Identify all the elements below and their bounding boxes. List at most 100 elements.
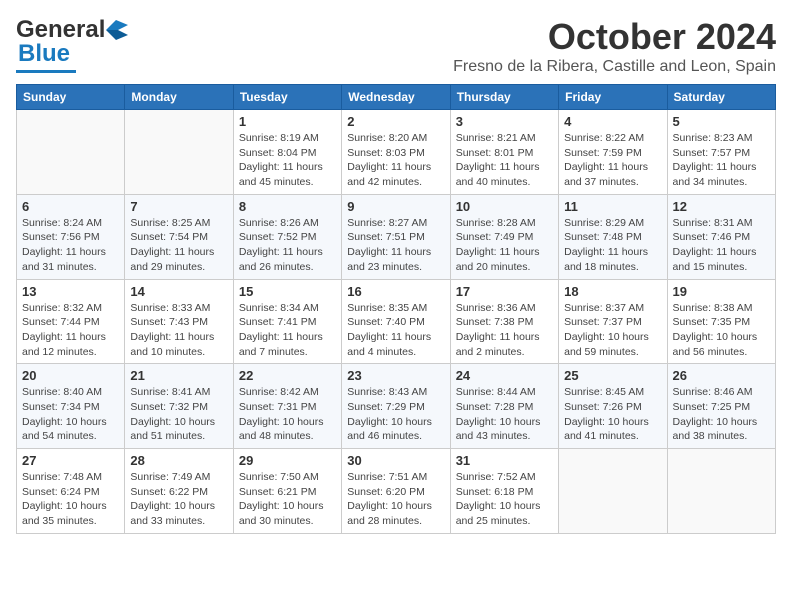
page-header: General Blue October 2024 Fresno de la R…	[16, 16, 776, 76]
calendar-week-row: 1Sunrise: 8:19 AM Sunset: 8:04 PM Daylig…	[17, 110, 776, 195]
day-number: 1	[239, 114, 336, 129]
calendar-day-cell: 3 Sunrise: 8:21 AM Sunset: 8:01 PM Daylig…	[450, 110, 558, 195]
calendar-day-cell: 13 Sunrise: 8:32 AM Sunset: 7:44 PM Dayli…	[17, 279, 125, 364]
day-info: Sunrise: 8:38 AM Sunset: 7:35 PM Dayligh…	[673, 301, 770, 360]
calendar-day-cell	[17, 110, 125, 195]
day-info: Sunrise: 8:24 AM Sunset: 7:56 PM Dayligh…	[22, 216, 119, 275]
calendar-day-cell: 24Sunrise: 8:44 AM Sunset: 7:28 PM Dayli…	[450, 364, 558, 449]
day-info: Sunrise: 8:46 AM Sunset: 7:25 PM Dayligh…	[673, 385, 770, 444]
calendar-day-cell: 16 Sunrise: 8:35 AM Sunset: 7:40 PM Dayli…	[342, 279, 450, 364]
day-info: Sunrise: 7:50 AM Sunset: 6:21 PM Dayligh…	[239, 470, 336, 529]
calendar-table: SundayMondayTuesdayWednesdayThursdayFrid…	[16, 84, 776, 534]
calendar-day-cell: 11 Sunrise: 8:29 AM Sunset: 7:48 PM Dayli…	[559, 194, 667, 279]
day-info: Sunrise: 8:42 AM Sunset: 7:31 PM Dayligh…	[239, 385, 336, 444]
day-number: 20	[22, 368, 119, 383]
calendar-day-cell: 20 Sunrise: 8:40 AM Sunset: 7:34 PM Dayli…	[17, 364, 125, 449]
calendar-day-cell: 27 Sunrise: 7:48 AM Sunset: 6:24 PM Dayli…	[17, 449, 125, 534]
day-number: 12	[673, 199, 770, 214]
location-subtitle: Fresno de la Ribera, Castille and Leon, …	[453, 58, 776, 76]
day-number: 16	[347, 284, 444, 299]
day-number: 21	[130, 368, 227, 383]
day-info: Sunrise: 8:35 AM Sunset: 7:40 PM Dayligh…	[347, 301, 444, 360]
day-number: 23	[347, 368, 444, 383]
weekday-header-cell: Sunday	[17, 85, 125, 110]
calendar-day-cell: 10 Sunrise: 8:28 AM Sunset: 7:49 PM Dayli…	[450, 194, 558, 279]
day-info: Sunrise: 8:21 AM Sunset: 8:01 PM Dayligh…	[456, 131, 553, 190]
day-info: Sunrise: 8:45 AM Sunset: 7:26 PM Dayligh…	[564, 385, 661, 444]
day-number: 6	[22, 199, 119, 214]
day-number: 26	[673, 368, 770, 383]
calendar-day-cell: 25 Sunrise: 8:45 AM Sunset: 7:26 PM Dayli…	[559, 364, 667, 449]
logo-bird-icon	[106, 20, 128, 40]
day-info: Sunrise: 8:28 AM Sunset: 7:49 PM Dayligh…	[456, 216, 553, 275]
calendar-week-row: 20 Sunrise: 8:40 AM Sunset: 7:34 PM Dayli…	[17, 364, 776, 449]
calendar-day-cell: 8Sunrise: 8:26 AM Sunset: 7:52 PM Daylig…	[233, 194, 341, 279]
day-info: Sunrise: 8:25 AM Sunset: 7:54 PM Dayligh…	[130, 216, 227, 275]
day-number: 2	[347, 114, 444, 129]
calendar-day-cell: 5 Sunrise: 8:23 AM Sunset: 7:57 PM Daylig…	[667, 110, 775, 195]
day-number: 11	[564, 199, 661, 214]
logo-underline	[16, 70, 76, 73]
day-number: 27	[22, 453, 119, 468]
day-number: 4	[564, 114, 661, 129]
weekday-header-cell: Thursday	[450, 85, 558, 110]
day-number: 8	[239, 199, 336, 214]
day-number: 10	[456, 199, 553, 214]
calendar-day-cell	[125, 110, 233, 195]
calendar-day-cell: 15 Sunrise: 8:34 AM Sunset: 7:41 PM Dayli…	[233, 279, 341, 364]
weekday-header-cell: Wednesday	[342, 85, 450, 110]
day-number: 14	[130, 284, 227, 299]
day-info: Sunrise: 8:23 AM Sunset: 7:57 PM Dayligh…	[673, 131, 770, 190]
day-info: Sunrise: 7:51 AM Sunset: 6:20 PM Dayligh…	[347, 470, 444, 529]
day-info: Sunrise: 8:29 AM Sunset: 7:48 PM Dayligh…	[564, 216, 661, 275]
day-number: 25	[564, 368, 661, 383]
day-number: 13	[22, 284, 119, 299]
day-info: Sunrise: 8:20 AM Sunset: 8:03 PM Dayligh…	[347, 131, 444, 190]
day-info: Sunrise: 8:43 AM Sunset: 7:29 PM Dayligh…	[347, 385, 444, 444]
calendar-week-row: 6 Sunrise: 8:24 AM Sunset: 7:56 PM Daylig…	[17, 194, 776, 279]
day-info: Sunrise: 8:32 AM Sunset: 7:44 PM Dayligh…	[22, 301, 119, 360]
day-number: 17	[456, 284, 553, 299]
calendar-day-cell: 12 Sunrise: 8:31 AM Sunset: 7:46 PM Dayli…	[667, 194, 775, 279]
day-number: 15	[239, 284, 336, 299]
calendar-day-cell: 28Sunrise: 7:49 AM Sunset: 6:22 PM Dayli…	[125, 449, 233, 534]
day-info: Sunrise: 7:48 AM Sunset: 6:24 PM Dayligh…	[22, 470, 119, 529]
calendar-day-cell: 22 Sunrise: 8:42 AM Sunset: 7:31 PM Dayli…	[233, 364, 341, 449]
day-info: Sunrise: 7:49 AM Sunset: 6:22 PM Dayligh…	[130, 470, 227, 529]
day-info: Sunrise: 8:36 AM Sunset: 7:38 PM Dayligh…	[456, 301, 553, 360]
day-number: 22	[239, 368, 336, 383]
logo-blue: Blue	[18, 40, 70, 68]
calendar-day-cell: 1Sunrise: 8:19 AM Sunset: 8:04 PM Daylig…	[233, 110, 341, 195]
day-info: Sunrise: 8:22 AM Sunset: 7:59 PM Dayligh…	[564, 131, 661, 190]
calendar-day-cell: 17 Sunrise: 8:36 AM Sunset: 7:38 PM Dayli…	[450, 279, 558, 364]
day-number: 24	[456, 368, 553, 383]
day-info: Sunrise: 8:34 AM Sunset: 7:41 PM Dayligh…	[239, 301, 336, 360]
calendar-day-cell: 14Sunrise: 8:33 AM Sunset: 7:43 PM Dayli…	[125, 279, 233, 364]
calendar-body: 1Sunrise: 8:19 AM Sunset: 8:04 PM Daylig…	[17, 110, 776, 534]
day-number: 31	[456, 453, 553, 468]
day-number: 18	[564, 284, 661, 299]
day-number: 9	[347, 199, 444, 214]
calendar-day-cell	[559, 449, 667, 534]
day-number: 29	[239, 453, 336, 468]
calendar-day-cell: 6 Sunrise: 8:24 AM Sunset: 7:56 PM Daylig…	[17, 194, 125, 279]
day-info: Sunrise: 8:40 AM Sunset: 7:34 PM Dayligh…	[22, 385, 119, 444]
weekday-header-cell: Saturday	[667, 85, 775, 110]
weekday-header-cell: Friday	[559, 85, 667, 110]
day-number: 3	[456, 114, 553, 129]
calendar-day-cell: 21 Sunrise: 8:41 AM Sunset: 7:32 PM Dayli…	[125, 364, 233, 449]
calendar-day-cell: 31 Sunrise: 7:52 AM Sunset: 6:18 PM Dayli…	[450, 449, 558, 534]
day-info: Sunrise: 8:41 AM Sunset: 7:32 PM Dayligh…	[130, 385, 227, 444]
day-info: Sunrise: 7:52 AM Sunset: 6:18 PM Dayligh…	[456, 470, 553, 529]
calendar-day-cell: 9Sunrise: 8:27 AM Sunset: 7:51 PM Daylig…	[342, 194, 450, 279]
calendar-day-cell: 29 Sunrise: 7:50 AM Sunset: 6:21 PM Dayli…	[233, 449, 341, 534]
day-number: 5	[673, 114, 770, 129]
calendar-day-cell: 23 Sunrise: 8:43 AM Sunset: 7:29 PM Dayli…	[342, 364, 450, 449]
calendar-day-cell	[667, 449, 775, 534]
weekday-header-cell: Tuesday	[233, 85, 341, 110]
calendar-week-row: 13 Sunrise: 8:32 AM Sunset: 7:44 PM Dayli…	[17, 279, 776, 364]
calendar-day-cell: 4 Sunrise: 8:22 AM Sunset: 7:59 PM Daylig…	[559, 110, 667, 195]
calendar-week-row: 27 Sunrise: 7:48 AM Sunset: 6:24 PM Dayli…	[17, 449, 776, 534]
calendar-day-cell: 30Sunrise: 7:51 AM Sunset: 6:20 PM Dayli…	[342, 449, 450, 534]
day-info: Sunrise: 8:31 AM Sunset: 7:46 PM Dayligh…	[673, 216, 770, 275]
